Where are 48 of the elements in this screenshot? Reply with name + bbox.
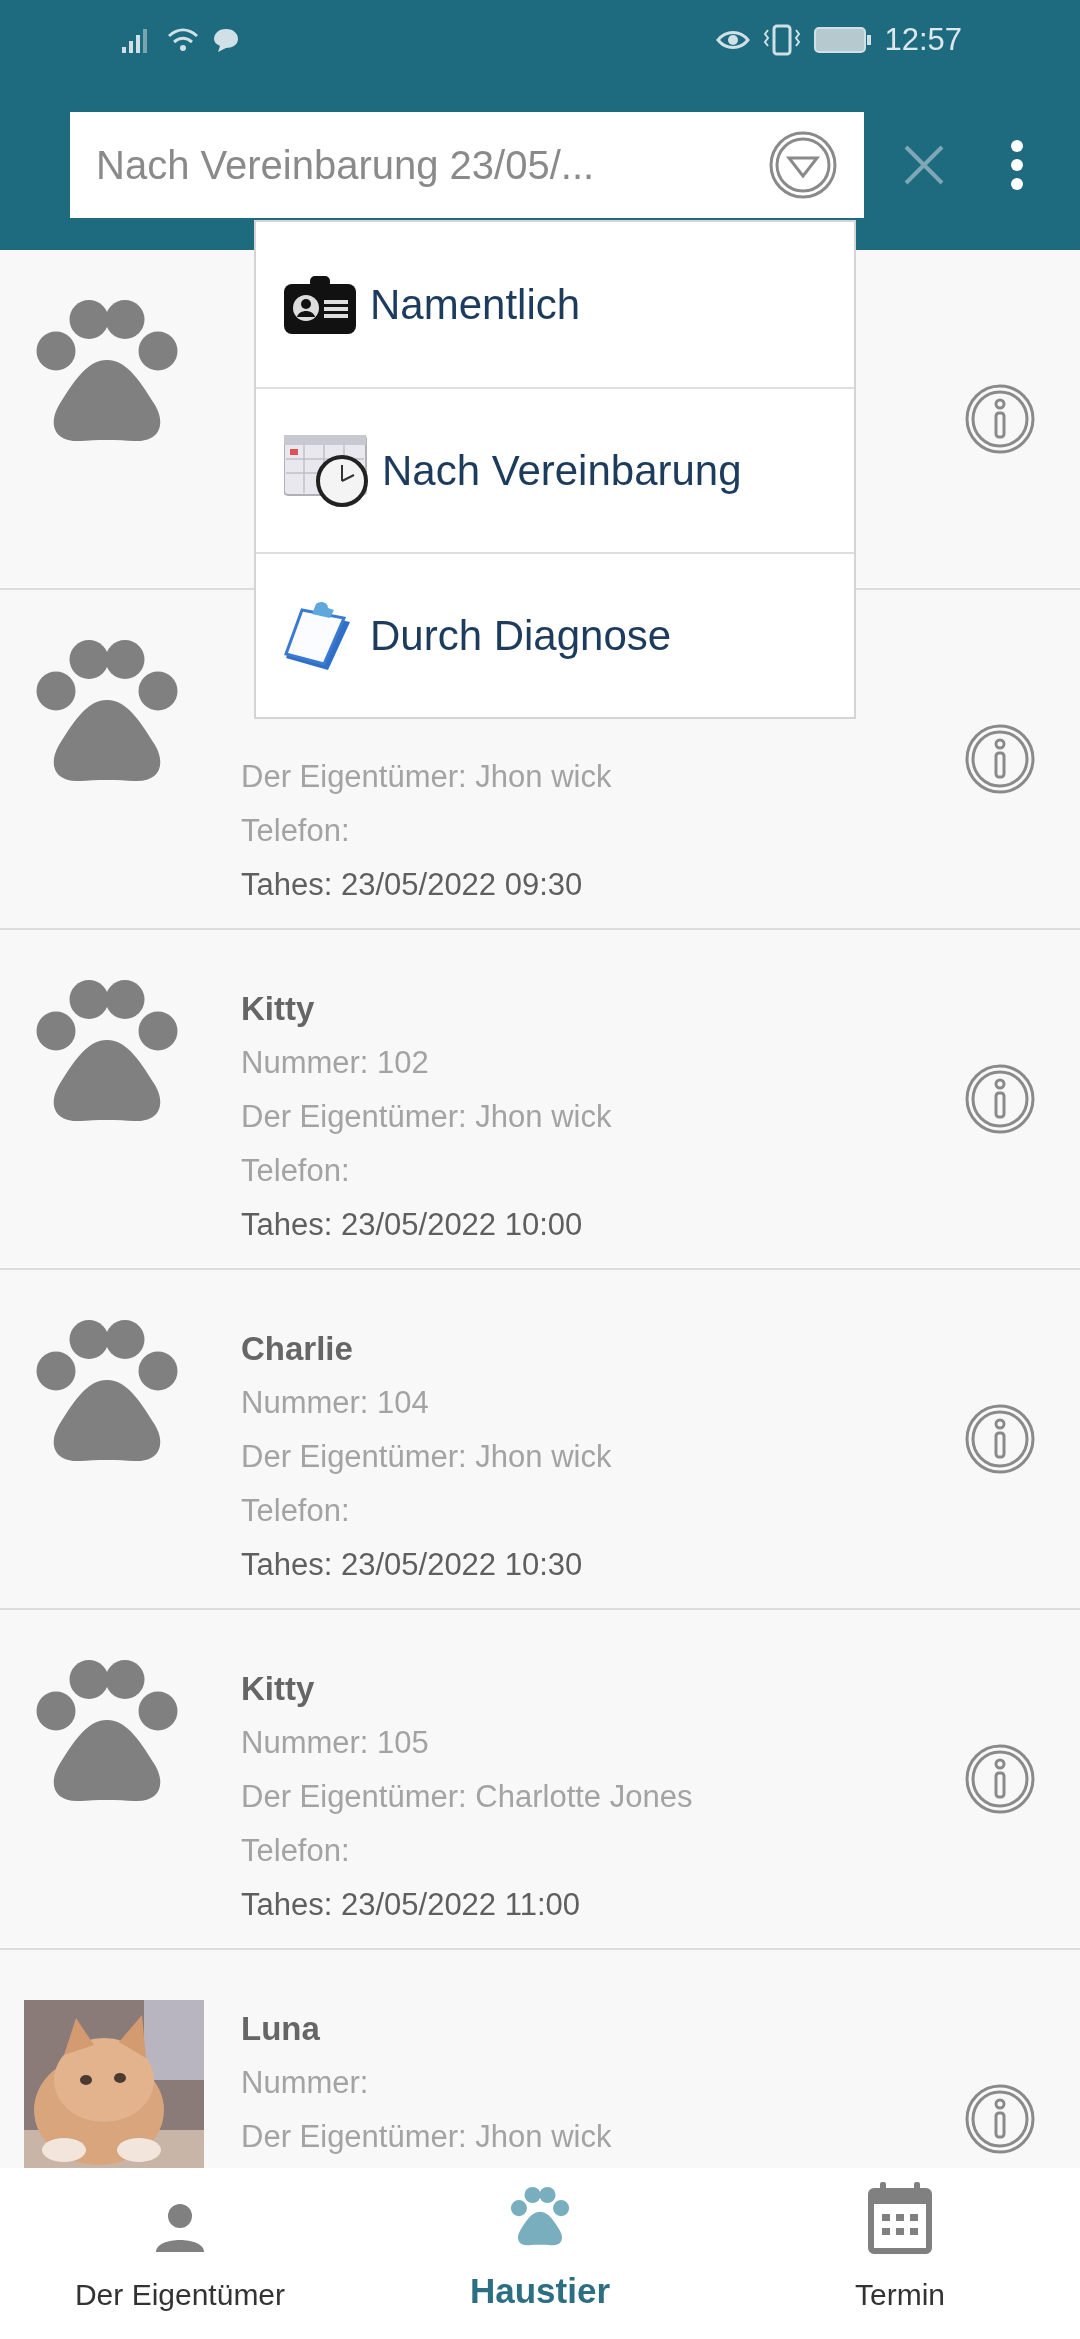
filter-field[interactable]: Nach Vereinbarung 23/05/...	[70, 112, 864, 218]
pet-number: Nummer: 105	[241, 1725, 429, 1760]
nav-tab[interactable]: Termin	[720, 2168, 1080, 2339]
pet-number: Nummer: 104	[241, 1385, 429, 1420]
person-icon	[154, 2202, 206, 2254]
wifi-icon	[166, 26, 200, 54]
owner-name: Der Eigentümer: Jhon wick	[241, 759, 612, 794]
more-options-icon[interactable]	[1010, 139, 1024, 191]
phone-label: Telefon:	[241, 1493, 350, 1528]
appointment-date: Tahes: 23/05/2022 10:30	[241, 1547, 583, 1582]
owner-name: Der Eigentümer: Charlotte Jones	[241, 1779, 693, 1814]
battery-icon	[814, 27, 873, 53]
phone-label: Telefon:	[241, 1153, 350, 1188]
close-icon[interactable]	[902, 143, 946, 187]
info-icon[interactable]	[964, 1403, 1036, 1475]
menu-item[interactable]: Namentlich	[256, 222, 854, 387]
pet-name: Charlie	[241, 1330, 353, 1367]
appointment-date: Tahes: 23/05/2022 11:00	[241, 1887, 580, 1922]
menu-item[interactable]: Durch Diagnose	[256, 552, 854, 717]
owner-name: Der Eigentümer: Jhon wick	[241, 1099, 612, 1134]
id-card-icon	[284, 275, 356, 334]
calendar-clock-icon	[284, 434, 368, 507]
dropdown-caret-icon[interactable]	[768, 130, 838, 200]
info-icon[interactable]	[964, 383, 1036, 455]
clock-time: 12:57	[884, 20, 962, 59]
pet-name: Kitty	[241, 1670, 315, 1707]
appointment-date: Tahes: 23/05/2022 09:30	[241, 867, 583, 902]
info-icon[interactable]	[964, 2083, 1036, 2155]
phone-label: Telefon:	[241, 813, 350, 848]
vibrate-icon	[762, 24, 803, 56]
pet-name: Luna	[241, 2010, 320, 2047]
chat-bubble-icon	[212, 27, 240, 53]
eye-icon	[716, 28, 751, 52]
calendar-icon	[868, 2182, 932, 2254]
pet-number: Nummer: 102	[241, 1045, 429, 1080]
appointment-date: Tahes: 23/05/2022 10:00	[241, 1207, 583, 1242]
info-icon[interactable]	[964, 1063, 1036, 1135]
owner-name: Der Eigentümer: Jhon wick	[241, 1439, 612, 1474]
owner-name: Der Eigentümer: Jhon wick	[241, 2119, 612, 2154]
info-icon[interactable]	[964, 1743, 1036, 1815]
phone-label: Telefon:	[241, 1833, 350, 1868]
nav-tab[interactable]: Der Eigentümer	[0, 2168, 360, 2339]
menu-item[interactable]: Nach Vereinbarung	[256, 387, 854, 552]
nav-tab[interactable]: Haustier	[360, 2168, 720, 2339]
info-icon[interactable]	[964, 723, 1036, 795]
pet-name: Kitty	[241, 990, 315, 1027]
paw-icon	[509, 2187, 571, 2247]
pet-number: Nummer:	[241, 2065, 369, 2100]
